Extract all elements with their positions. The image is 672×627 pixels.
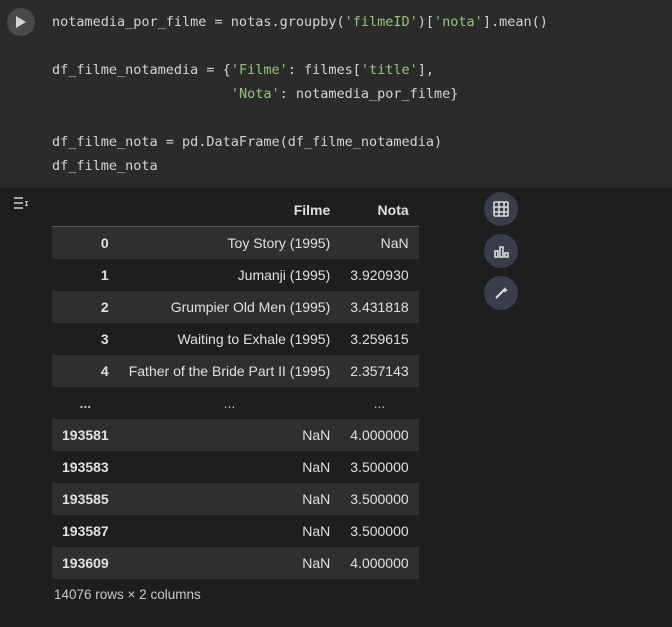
table-row: .........: [52, 387, 419, 419]
table-row: 193585NaN3.500000: [52, 483, 419, 515]
cell-nota: NaN: [340, 227, 418, 260]
row-index: 0: [52, 227, 119, 260]
run-icon: [15, 15, 27, 29]
cell-filme: NaN: [119, 547, 341, 579]
cell-filme: NaN: [119, 483, 341, 515]
cell-nota: 3.500000: [340, 483, 418, 515]
cell-nota: 3.259615: [340, 323, 418, 355]
magic-wand-icon: [492, 284, 510, 302]
dataframe-tools: [484, 192, 518, 310]
table-row: 1Jumanji (1995)3.920930: [52, 259, 419, 291]
cell-nota: 4.000000: [340, 547, 418, 579]
row-index: 3: [52, 323, 119, 355]
cell-nota: 3.431818: [340, 291, 418, 323]
output-body: Filme Nota 0Toy Story (1995)NaN1Jumanji …: [42, 188, 672, 622]
chart-icon: [492, 242, 510, 260]
cell-filme: Grumpier Old Men (1995): [119, 291, 341, 323]
table-row: 4Father of the Bride Part II (1995)2.357…: [52, 355, 419, 387]
index-header: [52, 194, 119, 227]
row-index: 1: [52, 259, 119, 291]
toggle-output-button[interactable]: [11, 194, 31, 216]
table-row: 193587NaN3.500000: [52, 515, 419, 547]
table-view-button[interactable]: [484, 192, 518, 226]
cell-nota: ...: [340, 387, 418, 419]
table-row: 0Toy Story (1995)NaN: [52, 227, 419, 260]
run-button[interactable]: [7, 8, 35, 36]
table-row: 193583NaN3.500000: [52, 451, 419, 483]
cell-nota: 4.000000: [340, 419, 418, 451]
table-row: 3Waiting to Exhale (1995)3.259615: [52, 323, 419, 355]
row-index: ...: [52, 387, 119, 419]
row-index: 4: [52, 355, 119, 387]
table-header-row: Filme Nota: [52, 194, 419, 227]
row-index: 193581: [52, 419, 119, 451]
cell-gutter: [0, 4, 42, 188]
chart-view-button[interactable]: [484, 234, 518, 268]
dataframe-table: Filme Nota 0Toy Story (1995)NaN1Jumanji …: [52, 194, 419, 579]
toggle-output-icon: [11, 194, 31, 212]
cell-nota: 3.500000: [340, 515, 418, 547]
row-index: 193609: [52, 547, 119, 579]
table-row: 193581NaN4.000000: [52, 419, 419, 451]
cell-filme: ...: [119, 387, 341, 419]
row-index: 193585: [52, 483, 119, 515]
output-gutter: [0, 188, 42, 622]
cell-filme: Father of the Bride Part II (1995): [119, 355, 341, 387]
cell-filme: Waiting to Exhale (1995): [119, 323, 341, 355]
table-icon: [492, 200, 510, 218]
cell-filme: NaN: [119, 451, 341, 483]
table-row: 193609NaN4.000000: [52, 547, 419, 579]
table-row: 2Grumpier Old Men (1995)3.431818: [52, 291, 419, 323]
cell-nota: 3.920930: [340, 259, 418, 291]
code-editor[interactable]: notamedia_por_filme = notas.groupby('fil…: [42, 4, 672, 188]
col-header-filme: Filme: [119, 194, 341, 227]
magic-button[interactable]: [484, 276, 518, 310]
dataframe-shape: 14076 rows × 2 columns: [52, 579, 662, 610]
cell-filme: NaN: [119, 419, 341, 451]
code-cell: notamedia_por_filme = notas.groupby('fil…: [0, 0, 672, 188]
cell-filme: Toy Story (1995): [119, 227, 341, 260]
row-index: 2: [52, 291, 119, 323]
cell-nota: 3.500000: [340, 451, 418, 483]
row-index: 193587: [52, 515, 119, 547]
cell-filme: Jumanji (1995): [119, 259, 341, 291]
row-index: 193583: [52, 451, 119, 483]
cell-nota: 2.357143: [340, 355, 418, 387]
cell-filme: NaN: [119, 515, 341, 547]
output-area: Filme Nota 0Toy Story (1995)NaN1Jumanji …: [0, 188, 672, 622]
col-header-nota: Nota: [340, 194, 418, 227]
